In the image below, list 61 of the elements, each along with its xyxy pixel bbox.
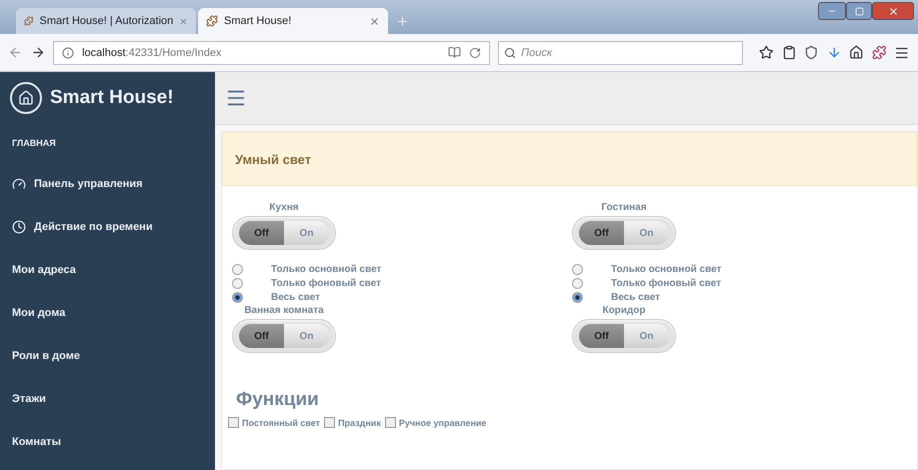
close-button[interactable] <box>872 2 914 20</box>
room-name: Ванная комната <box>243 305 325 316</box>
light-toggle[interactable]: Off On <box>232 216 336 250</box>
search-field[interactable]: Поиск <box>498 40 744 64</box>
light-mode-option[interactable]: Только основной свет <box>232 264 382 275</box>
clipboard-icon[interactable] <box>782 45 796 60</box>
section-heading: ГЛАВНАЯ <box>11 137 57 150</box>
sidebar-item[interactable]: Роли в доме <box>0 334 215 377</box>
light-mode-option[interactable]: Весь свет <box>232 292 382 303</box>
brand-name: Smart House! <box>50 87 174 109</box>
minimize-button[interactable] <box>818 2 846 20</box>
section-title: Функции <box>236 389 320 411</box>
feature-option[interactable]: Постоянный свет <box>228 417 320 428</box>
close-icon <box>888 6 898 16</box>
room-name: Кухня <box>268 202 300 213</box>
info-icon[interactable] <box>62 46 74 58</box>
room-name: Коридор <box>601 305 647 316</box>
light-mode-option[interactable]: Только основной свет <box>572 264 722 275</box>
browser-tab[interactable]: Smart House! | Autorization <box>16 8 196 34</box>
light-mode-option[interactable]: Только фоновый свет <box>572 278 722 289</box>
light-toggle[interactable]: Off On <box>572 216 676 250</box>
address-field[interactable]: localhost:42331/Home/Index <box>53 40 490 64</box>
sidebar-item[interactable]: Действие по времени <box>0 205 215 248</box>
clock-icon <box>12 220 26 234</box>
light-mode-option[interactable]: Весь свет <box>572 292 722 303</box>
browser-tab[interactable]: Smart House! <box>198 8 388 34</box>
checkbox[interactable] <box>228 417 239 428</box>
radio-button[interactable] <box>232 264 243 275</box>
light-toggle[interactable]: Off On <box>232 319 336 353</box>
reload-icon[interactable] <box>469 46 482 58</box>
sidebar-item[interactable]: Мои адреса <box>0 248 215 291</box>
light-mode-option[interactable]: Только фоновый свет <box>232 278 382 289</box>
sidebar-item[interactable]: Панель управления <box>0 162 215 205</box>
reader-icon[interactable] <box>448 46 462 59</box>
light-toggle[interactable]: Off On <box>572 319 676 353</box>
radio-button[interactable] <box>572 278 583 289</box>
radio-button[interactable] <box>232 278 243 289</box>
feature-option[interactable]: Ручное управление <box>384 417 486 428</box>
radio-button[interactable] <box>572 264 583 275</box>
sidebar-item[interactable]: Мои дома <box>0 291 215 334</box>
maximize-icon <box>854 6 864 16</box>
checkbox[interactable] <box>324 417 336 428</box>
download-icon[interactable] <box>826 45 842 60</box>
extension-icon[interactable] <box>872 45 886 60</box>
gauge-icon <box>12 176 26 190</box>
radio-button[interactable] <box>232 292 243 303</box>
sidebar-item[interactable]: Этажи <box>0 377 215 420</box>
checkbox[interactable] <box>384 417 396 428</box>
radio-button[interactable] <box>572 292 583 303</box>
home-icon[interactable] <box>849 45 864 60</box>
feature-option[interactable]: Праздник <box>324 417 381 428</box>
sidebar-item[interactable]: Комнаты <box>0 420 215 463</box>
close-icon[interactable] <box>369 16 380 26</box>
maximize-button[interactable] <box>846 2 872 20</box>
back-icon[interactable] <box>8 45 23 60</box>
forward-icon[interactable] <box>30 45 46 60</box>
panel-title: Умный свет <box>235 152 312 166</box>
search-icon <box>504 46 516 58</box>
star-icon[interactable] <box>759 45 774 60</box>
shield-icon[interactable] <box>804 45 819 60</box>
room-name: Гостиная <box>600 202 648 213</box>
